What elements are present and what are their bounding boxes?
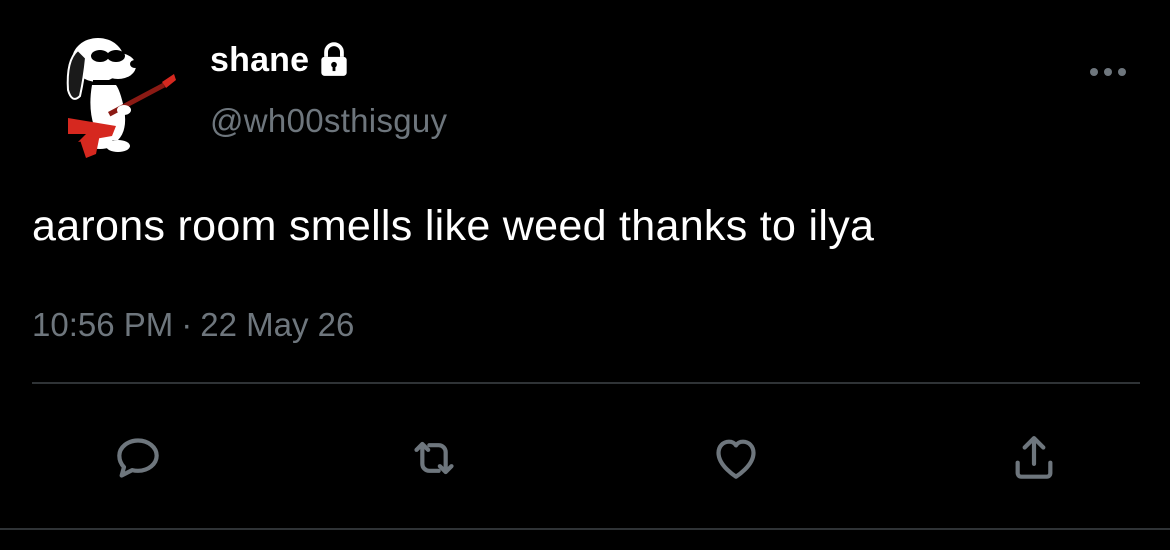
meta-separator: · xyxy=(181,306,193,343)
more-options-icon[interactable] xyxy=(1086,60,1130,84)
tweet-text: aarons room smells like weed thanks to i… xyxy=(32,202,875,250)
heart-icon xyxy=(716,439,756,479)
tweet-timestamp[interactable]: 10:56 PM · 22 May 26 xyxy=(32,306,354,344)
avatar-image xyxy=(66,38,176,158)
tweet-date: 22 May 26 xyxy=(200,306,355,343)
lock-icon xyxy=(315,41,353,79)
tweet-time: 10:56 PM xyxy=(32,306,174,343)
retweet-icon xyxy=(414,441,454,475)
avatar[interactable] xyxy=(38,30,188,170)
author-name-row[interactable]: shane xyxy=(210,38,353,82)
retweet-button[interactable] xyxy=(404,428,464,488)
author-display-name[interactable]: shane xyxy=(210,41,309,80)
share-button[interactable] xyxy=(1004,428,1064,488)
divider xyxy=(32,382,1140,384)
reply-icon xyxy=(117,438,159,478)
divider-bottom xyxy=(0,528,1170,530)
author-handle[interactable]: @wh00sthisguy xyxy=(210,102,447,140)
reply-button[interactable] xyxy=(108,428,168,488)
share-icon xyxy=(1015,436,1053,479)
like-button[interactable] xyxy=(706,428,766,488)
tweet-card[interactable]: shane @wh00sthisguy aarons room smells l… xyxy=(0,0,1170,550)
